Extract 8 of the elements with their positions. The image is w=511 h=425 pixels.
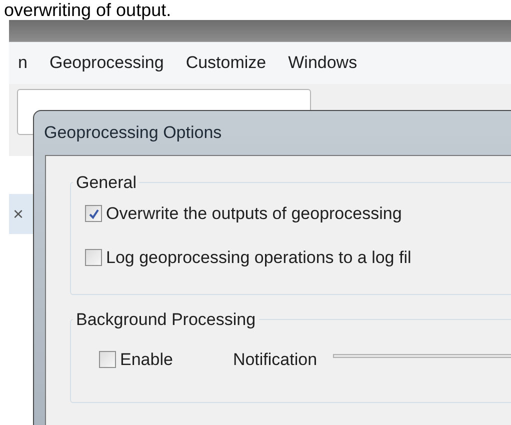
caption-text: overwriting of output. <box>3 0 172 20</box>
slider-label: Notification <box>232 348 318 370</box>
dialog-title: Geoprocessing Options <box>43 122 222 144</box>
checkbox-label: Enable <box>120 348 173 370</box>
checkbox-label: Log geoprocessing operations to a log fil <box>106 246 412 268</box>
group-title: General <box>75 172 138 194</box>
group-title: Background Processing <box>75 309 257 331</box>
checkbox-label: Overwrite the outputs of geoprocessing <box>106 203 402 225</box>
